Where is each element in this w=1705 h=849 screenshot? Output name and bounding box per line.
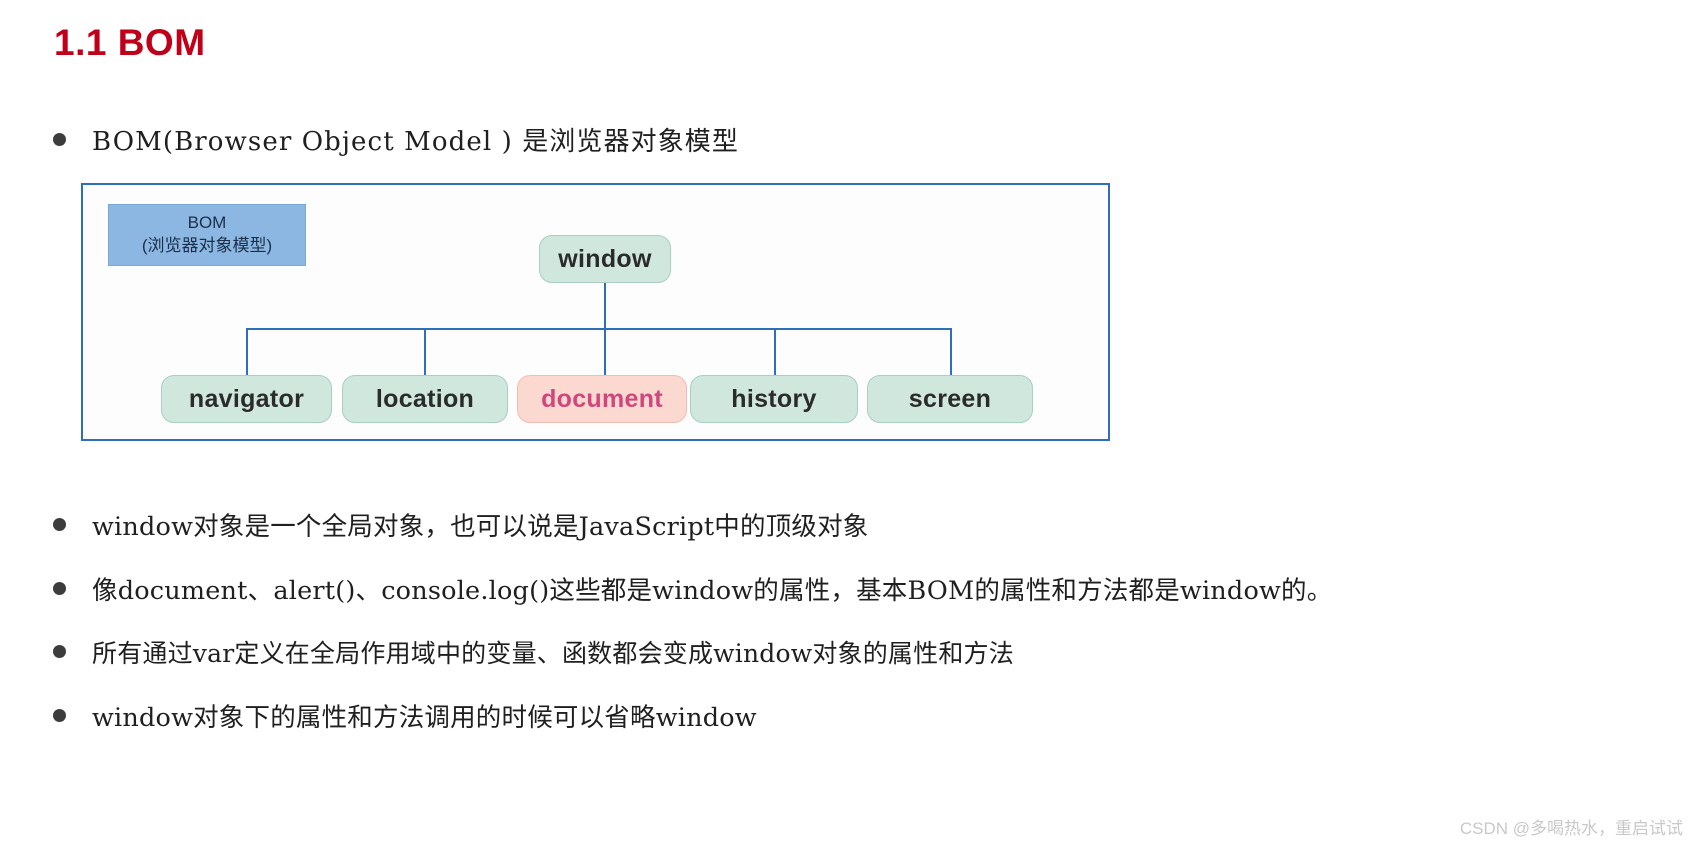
connector-drop-location bbox=[424, 328, 426, 375]
connector-horizontal-bar bbox=[246, 328, 951, 330]
diagram-node-history: history bbox=[690, 375, 858, 423]
bullet-marker-icon bbox=[53, 133, 66, 146]
diagram-node-navigator: navigator bbox=[161, 375, 332, 423]
connector-drop-document bbox=[604, 328, 606, 375]
bullet-item-window-omittable: window对象下的属性和方法调用的时候可以省略window bbox=[53, 703, 757, 734]
bullet-marker-icon bbox=[53, 582, 66, 595]
bullet-marker-icon bbox=[53, 709, 66, 722]
diagram-node-screen: screen bbox=[867, 375, 1033, 423]
bullet-text: 所有通过var定义在全局作用域中的变量、函数都会变成window对象的属性和方法 bbox=[92, 639, 1014, 668]
diagram-legend-bom: BOM (浏览器对象模型) bbox=[108, 204, 306, 266]
csdn-watermark: CSDN @多喝热水，重启试试 bbox=[1459, 819, 1683, 838]
bom-tree-diagram: BOM (浏览器对象模型) window navigator location … bbox=[81, 183, 1110, 441]
connector-window-trunk bbox=[604, 283, 606, 329]
connector-drop-navigator bbox=[246, 328, 248, 375]
diagram-legend-line2: (浏览器对象模型) bbox=[141, 236, 273, 255]
connector-drop-screen bbox=[950, 328, 952, 375]
diagram-legend-line1: BOM bbox=[187, 213, 227, 233]
bullet-text: 像document、alert()、console.log()这些都是windo… bbox=[92, 576, 1333, 606]
bullet-item-var-global-scope: 所有通过var定义在全局作用域中的变量、函数都会变成window对象的属性和方法 bbox=[53, 639, 1014, 669]
diagram-node-window: window bbox=[539, 235, 671, 283]
bullet-marker-icon bbox=[53, 645, 66, 658]
bullet-text: window对象是一个全局对象，也可以说是JavaScript中的顶级对象 bbox=[92, 512, 869, 542]
page-title: 1.1 BOM bbox=[54, 22, 206, 63]
bullet-item-window-members: 像document、alert()、console.log()这些都是windo… bbox=[53, 576, 1332, 607]
bullet-item-window-global: window对象是一个全局对象，也可以说是JavaScript中的顶级对象 bbox=[53, 512, 869, 543]
connector-drop-history bbox=[774, 328, 776, 375]
bullet-text: BOM(Browser Object Model ) 是浏览器对象模型 bbox=[92, 127, 740, 157]
bullet-item-bom-definition: BOM(Browser Object Model ) 是浏览器对象模型 bbox=[53, 127, 739, 158]
diagram-node-location: location bbox=[342, 375, 508, 423]
diagram-node-document: document bbox=[517, 375, 687, 423]
bullet-marker-icon bbox=[53, 518, 66, 531]
bullet-text: window对象下的属性和方法调用的时候可以省略window bbox=[92, 703, 757, 733]
